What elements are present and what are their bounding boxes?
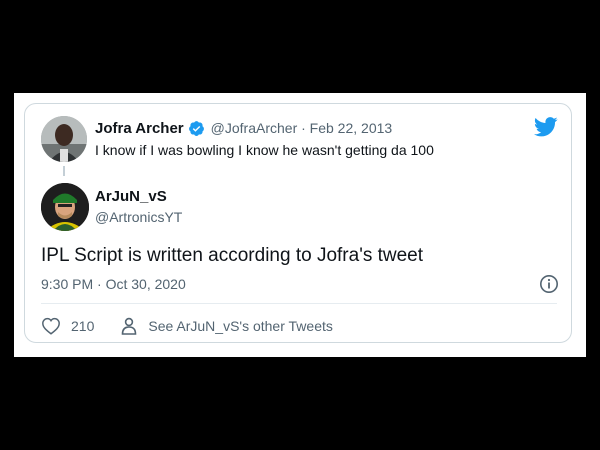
verified-badge-icon [188,120,205,137]
tweet-author-avatar[interactable] [41,183,89,231]
quoted-tweet-text: I know if I was bowling I know he wasn't… [95,142,434,158]
tweet-actions-bar: 210 See ArJuN_vS's other Tweets [41,314,333,338]
heart-icon[interactable] [41,317,61,335]
quoted-tweet-header: Jofra Archer @JofraArcher · Feb 22, 2013 [95,119,392,137]
quoted-handle-date[interactable]: @JofraArcher · Feb 22, 2013 [211,120,393,136]
tweet-timestamp[interactable]: 9:30 PM · Oct 30, 2020 [41,276,186,292]
action-divider [41,303,557,304]
see-other-tweets-link[interactable]: See ArJuN_vS's other Tweets [148,318,333,334]
thread-connector-line [63,166,65,176]
info-icon[interactable] [539,274,559,294]
tweet-text: IPL Script is written according to Jofra… [41,245,424,266]
tweet-author-name[interactable]: ArJuN_vS [95,188,167,205]
quoted-user-name[interactable]: Jofra Archer [95,120,184,137]
embedded-tweet-card: Jofra Archer @JofraArcher · Feb 22, 2013… [24,103,572,343]
person-icon[interactable] [120,317,138,335]
tweet-author-handle[interactable]: @ArtronicsYT [95,209,182,225]
quoted-user-avatar[interactable] [41,116,87,162]
twitter-bird-icon[interactable] [533,117,558,137]
like-count[interactable]: 210 [71,318,94,334]
